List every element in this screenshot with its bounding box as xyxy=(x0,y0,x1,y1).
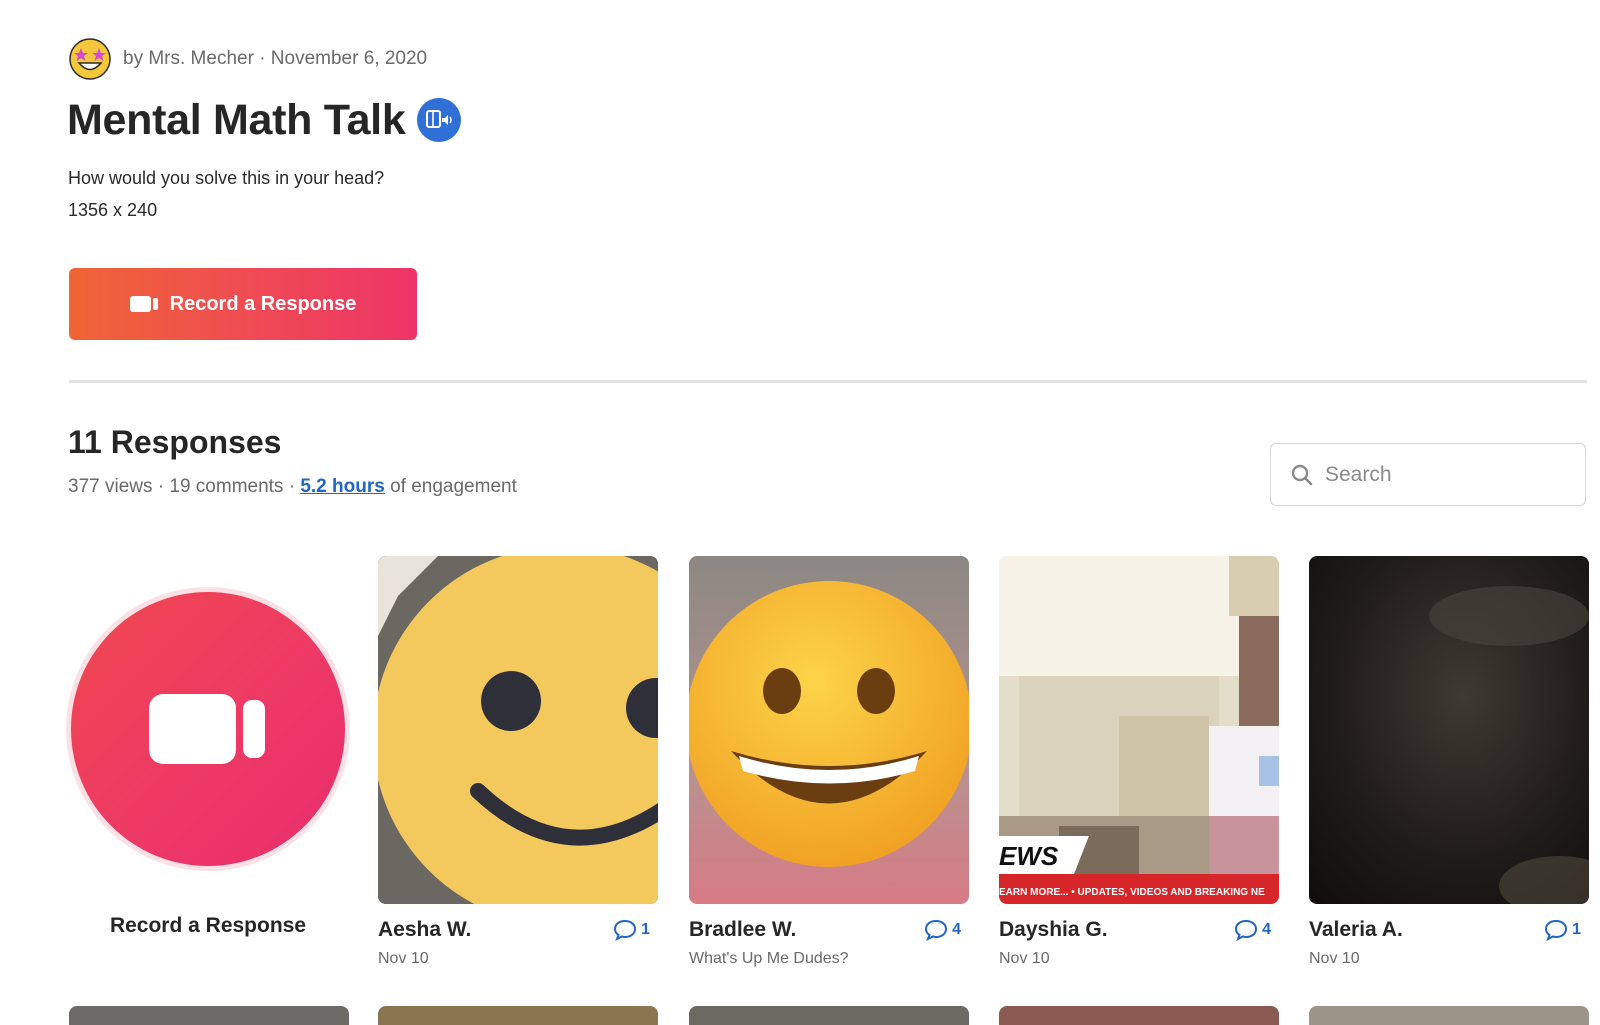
post-meta: by Mrs. Mecher · November 6, 2020 xyxy=(69,38,427,80)
comment-bubble-icon xyxy=(1545,919,1568,941)
response-thumbnail[interactable] xyxy=(1309,556,1589,904)
search-input[interactable] xyxy=(1325,462,1565,487)
post-prompt: How would you solve this in your head? 1… xyxy=(68,162,384,226)
video-camera-icon xyxy=(129,296,158,312)
comment-bubble-icon xyxy=(614,919,637,941)
record-response-label: Record a Response xyxy=(169,292,357,315)
comment-count[interactable]: 1 xyxy=(1544,919,1581,941)
responses-heading: 11 Responses xyxy=(68,424,282,460)
post-title-row: Mental Math Talk xyxy=(67,94,462,146)
response-thumbnail[interactable] xyxy=(69,1006,349,1025)
response-thumbnail[interactable] xyxy=(689,556,969,904)
page-title: Mental Math Talk xyxy=(67,95,406,144)
response-card[interactable]: Bradlee W. 4 What's Up Me Dudes? xyxy=(689,556,969,967)
prompt-problem: 1356 x 240 xyxy=(68,200,158,220)
response-thumbnail[interactable] xyxy=(999,1006,1279,1025)
comment-count[interactable]: 4 xyxy=(924,919,961,941)
response-thumbnail[interactable] xyxy=(689,1006,969,1025)
video-camera-icon xyxy=(149,694,265,764)
comment-bubble-icon xyxy=(1235,919,1258,941)
post-author-date: by Mrs. Mecher · November 6, 2020 xyxy=(123,48,428,69)
response-date: Nov 10 xyxy=(378,950,429,967)
response-author[interactable]: Dayshia G. xyxy=(999,918,1108,942)
response-author[interactable]: Valeria A. xyxy=(1309,918,1403,942)
record-tile-label: Record a Response xyxy=(109,914,307,937)
comment-count[interactable]: 4 xyxy=(1234,919,1271,941)
comment-count[interactable]: 1 xyxy=(613,919,650,941)
search-icon xyxy=(1291,464,1313,485)
comments-count: 19 comments xyxy=(169,476,284,497)
dark-video-image xyxy=(1309,556,1589,904)
search-box[interactable] xyxy=(1270,443,1586,506)
record-response-tile[interactable] xyxy=(66,587,350,871)
record-response-button[interactable]: Record a Response xyxy=(69,268,417,340)
response-thumbnail[interactable] xyxy=(1309,1006,1589,1025)
pixelated-video-image: EWS EARN MORE... • UPDATES, VIDEOS AND B… xyxy=(999,556,1279,904)
engagement-link[interactable]: 5.2 hours xyxy=(300,476,384,497)
smiley-face-image xyxy=(378,556,658,904)
immersive-reader-button[interactable] xyxy=(417,98,462,142)
response-card[interactable]: Valeria A. 1 Nov 10 xyxy=(1309,556,1589,967)
response-author[interactable]: Aesha W. xyxy=(378,918,471,942)
prompt-question: How would you solve this in your head? xyxy=(68,168,385,188)
response-author[interactable]: Bradlee W. xyxy=(689,918,796,942)
star-struck-emoji-icon xyxy=(69,38,111,80)
response-thumbnail[interactable] xyxy=(378,1006,658,1025)
response-date: Nov 10 xyxy=(999,950,1050,967)
news-banner-text: EWS xyxy=(999,841,1059,871)
response-card[interactable]: Aesha W. 1 Nov 10 xyxy=(378,556,658,967)
comment-bubble-icon xyxy=(925,919,948,941)
grinning-emoji-image xyxy=(689,556,969,904)
response-title: What's Up Me Dudes? xyxy=(689,950,849,967)
response-thumbnail[interactable]: EWS EARN MORE... • UPDATES, VIDEOS AND B… xyxy=(999,556,1279,904)
news-ticker-text: EARN MORE... • UPDATES, VIDEOS AND BREAK… xyxy=(999,887,1265,898)
views-count: 377 views xyxy=(68,476,153,497)
engagement-suffix: of engagement xyxy=(390,476,517,497)
response-thumbnail[interactable] xyxy=(378,556,658,904)
record-circle xyxy=(71,592,345,866)
immersive-reader-icon xyxy=(426,110,453,128)
response-card[interactable]: EWS EARN MORE... • UPDATES, VIDEOS AND B… xyxy=(999,556,1279,967)
responses-stats: 377 views · 19 comments · 5.2 hours of e… xyxy=(68,476,517,497)
response-date: Nov 10 xyxy=(1309,950,1360,967)
section-divider xyxy=(69,380,1587,383)
